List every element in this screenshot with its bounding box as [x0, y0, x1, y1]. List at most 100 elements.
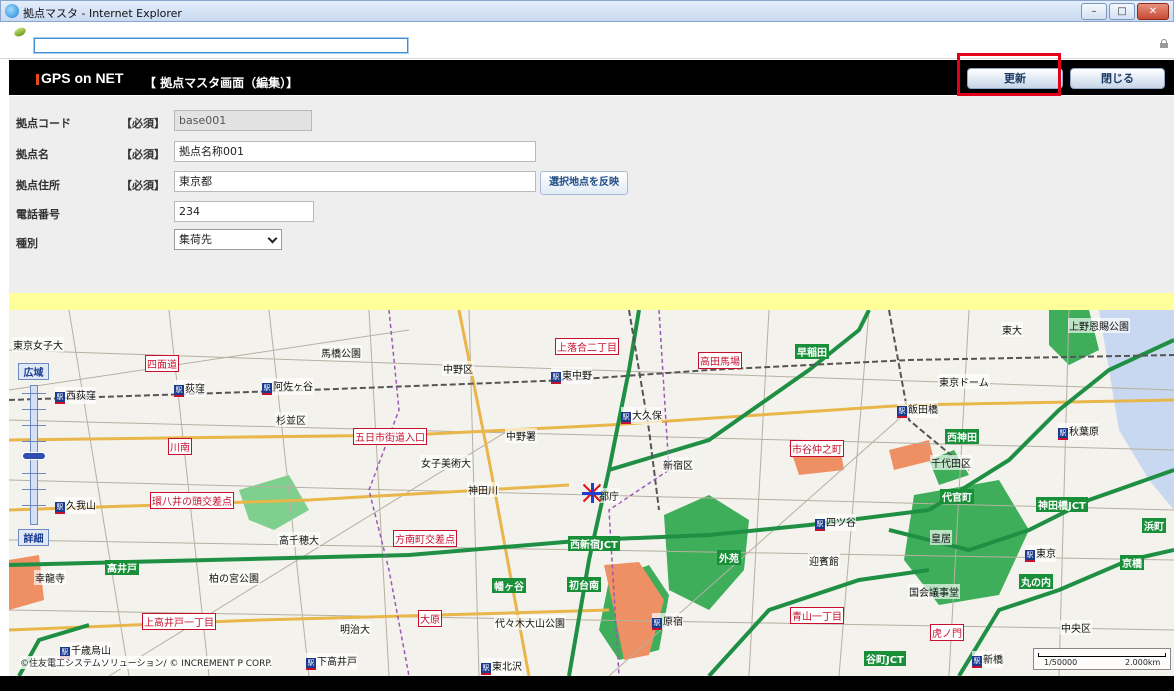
map-label: 虎ノ門	[930, 624, 964, 641]
map-label: 外苑	[717, 550, 741, 565]
map-label: 高田馬場	[698, 352, 742, 369]
scale-ratio: 1/50000	[1044, 658, 1078, 667]
map-label: 代官町	[940, 489, 974, 504]
map-label: 方南町交差点	[393, 530, 457, 547]
window-title: 拠点マスタ - Internet Explorer	[23, 7, 182, 20]
zoom-wide-button[interactable]: 広域	[18, 363, 49, 380]
map-label: 高井戸	[105, 560, 139, 575]
map-label: 神田川	[467, 482, 499, 497]
map-label: 西新宿JCT	[568, 536, 620, 551]
scale-distance: 2.000km	[1125, 658, 1161, 667]
brand-name: GPS on NET	[41, 70, 124, 86]
map-label: 環八井の頭交差点	[150, 492, 234, 509]
map-copyright: ©住友電工システムソリューション/ © INCREMENT P CORP.	[20, 656, 273, 669]
map-label: 四面道	[145, 355, 179, 372]
map-label: 幸龍寺	[34, 570, 66, 585]
base-code-label: 拠点コード	[16, 117, 71, 130]
chevron-down-icon	[267, 233, 278, 244]
minimize-button[interactable]: –	[1081, 3, 1107, 20]
map-label: 中野署	[505, 428, 537, 443]
station-label: 東北沢	[481, 658, 522, 675]
zoom-detail-button[interactable]: 詳細	[18, 529, 49, 546]
phone-label: 電話番号	[16, 208, 60, 221]
type-label: 種別	[16, 237, 38, 250]
map-label: 中野区	[442, 361, 474, 376]
internet-explorer-icon	[5, 4, 19, 18]
map-label: 国会議事堂	[908, 584, 960, 599]
maximize-button[interactable]: □	[1109, 3, 1135, 20]
zoom-control[interactable]: 広域 詳細	[18, 363, 49, 547]
reflect-location-button[interactable]: 選択地点を反映	[540, 171, 628, 195]
map-label: 丸の内	[1019, 574, 1053, 589]
map-label: 千代田区	[930, 455, 972, 470]
station-label: 阿佐ヶ谷	[262, 378, 313, 395]
map-label: 馬橋公園	[320, 345, 362, 360]
station-label: 久我山	[55, 497, 96, 514]
type-selected: 集荷先	[179, 233, 212, 246]
map-label: 幡ヶ谷	[492, 578, 526, 593]
zoom-tick	[22, 393, 46, 394]
map-label: 青山一丁目	[790, 607, 844, 624]
map-label: 市谷仲之町	[790, 440, 844, 457]
type-select[interactable]: 集荷先	[174, 229, 282, 250]
map-label: 谷町JCT	[864, 651, 906, 666]
map-label: 皇居	[930, 530, 952, 545]
required-mark: 【必須】	[121, 117, 165, 130]
zoom-slider-knob[interactable]	[22, 452, 46, 460]
highlight-box	[957, 53, 1061, 96]
map-label: 高千穂大	[278, 532, 320, 547]
address-input[interactable]	[34, 38, 408, 53]
station-label: 東京	[1025, 545, 1056, 562]
base-name-label: 拠点名	[16, 148, 49, 161]
map-label: 早稲田	[795, 344, 829, 359]
map-label: 川南	[168, 438, 192, 455]
close-button[interactable]: 閉じる	[1070, 68, 1165, 89]
map-label: 明治大	[339, 621, 371, 636]
station-label: 荻窪	[174, 380, 205, 397]
station-label: 新橋	[972, 651, 1003, 668]
station-label: 下高井戸	[306, 653, 357, 670]
map-label: 五日市街道入口	[353, 428, 427, 445]
station-label: 西荻窪	[55, 387, 96, 404]
map-label: 代々木大山公園	[494, 615, 566, 630]
zoom-tick	[22, 473, 46, 474]
map-scale: 1/50000 2.000km	[1033, 648, 1171, 670]
zoom-tick	[22, 425, 46, 426]
phone-field[interactable]: 234	[174, 201, 314, 222]
map-label: 大原	[418, 610, 442, 627]
zoom-tick	[22, 409, 46, 410]
close-window-button[interactable]: ✕	[1137, 3, 1169, 20]
station-label: 東中野	[551, 367, 592, 384]
map-label: 上落合二丁目	[555, 338, 619, 355]
divider-strip	[9, 293, 1174, 310]
window-controls: – □ ✕	[1081, 3, 1169, 20]
station-label: 大久保	[621, 407, 662, 424]
map-label: 女子美術大	[420, 455, 472, 470]
map-label: 柏の宮公園	[208, 570, 260, 585]
scale-bar	[1038, 653, 1166, 657]
map-label: 東大	[1001, 322, 1023, 337]
map-label: 新宿区	[662, 457, 694, 472]
map-label: 初台南	[567, 577, 601, 592]
base-address-label: 拠点住所	[16, 179, 60, 192]
base-name-field[interactable]: 拠点名称001	[174, 141, 536, 162]
zoom-tick	[22, 505, 46, 506]
station-label: 秋葉原	[1058, 423, 1099, 440]
map-label: 中央区	[1060, 620, 1092, 635]
base-code-field: base001	[174, 110, 312, 131]
screen-title: 【 拠点マスタ画面（編集）】	[144, 76, 299, 90]
map-label: 西神田	[945, 429, 979, 444]
map-center-crosshair	[582, 483, 602, 503]
map-label: 京橋	[1120, 555, 1144, 570]
map-label: 東京ドーム	[938, 374, 990, 389]
zoom-tick	[22, 489, 46, 490]
station-label: 飯田橋	[897, 401, 938, 418]
map-label: 神田橋JCT	[1036, 497, 1088, 512]
required-mark: 【必須】	[121, 179, 165, 192]
map-label: 東京女子大	[12, 337, 64, 352]
map-label: 上野恩賜公園	[1068, 318, 1130, 333]
map-label: 上高井戸一丁目	[142, 613, 216, 630]
station-label: 四ツ谷	[815, 514, 856, 531]
map-label: 杉並区	[275, 412, 307, 427]
base-address-field[interactable]: 東京都	[174, 171, 536, 192]
